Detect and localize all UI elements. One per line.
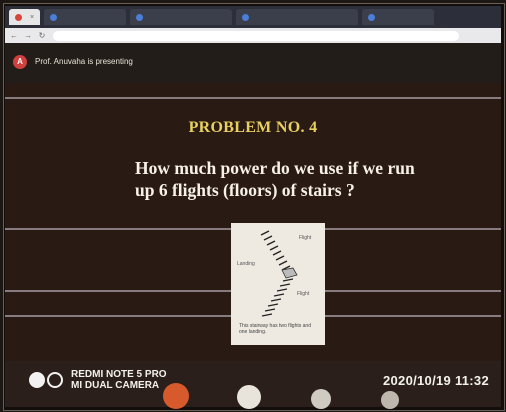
- tab-favicon-icon: [15, 13, 22, 21]
- presenter-bar: A Prof. Anuvaha is presenting: [5, 43, 501, 83]
- reload-icon[interactable]: ↻: [37, 31, 47, 41]
- figure-label-flight: Flight: [297, 291, 310, 297]
- bottom-strip: REDMI NOTE 5 PRO MI DUAL CAMERA 2020/10/…: [5, 361, 501, 409]
- forward-icon[interactable]: →: [23, 31, 33, 41]
- camera-watermark: REDMI NOTE 5 PRO MI DUAL CAMERA: [71, 369, 167, 391]
- back-icon[interactable]: ←: [9, 31, 19, 41]
- slide-title: PROBLEM NO. 4: [188, 119, 318, 136]
- watermark-line: REDMI NOTE 5 PRO: [71, 369, 167, 380]
- tab-favicon-icon: [50, 13, 58, 21]
- participant-avatar[interactable]: [237, 385, 261, 409]
- figure-label-landing: Landing: [237, 261, 255, 267]
- figure-label-flight: Flight: [299, 235, 312, 241]
- address-bar-row: ← → ↻: [5, 28, 501, 43]
- moire-line: [5, 97, 501, 99]
- slide-question: How much power do we use if we run up 6 …: [135, 158, 415, 200]
- browser-tab[interactable]: [236, 9, 359, 25]
- presentation-slide: PROBLEM NO. 4 How much power do we use i…: [5, 83, 501, 361]
- watermark-line: MI DUAL CAMERA: [71, 380, 160, 391]
- browser-tab-bar: ×: [5, 6, 501, 29]
- avatar: A: [13, 55, 27, 69]
- browser-tab[interactable]: [130, 9, 233, 25]
- stairway-figure: Flight Landing Flight This stairway has …: [231, 223, 325, 345]
- tab-favicon-icon: [368, 13, 376, 21]
- browser-tab[interactable]: [362, 9, 435, 25]
- close-icon[interactable]: ×: [30, 14, 34, 21]
- participant-avatar[interactable]: [381, 391, 399, 409]
- presenter-status: Prof. Anuvaha is presenting: [35, 57, 133, 66]
- browser-tab[interactable]: ×: [9, 9, 41, 25]
- photo-timestamp: 2020/10/19 11:32: [382, 373, 489, 388]
- tab-favicon-icon: [242, 13, 250, 21]
- browser-tab[interactable]: [44, 9, 127, 25]
- participant-avatar[interactable]: [311, 389, 331, 409]
- tab-favicon-icon: [136, 13, 144, 21]
- address-input[interactable]: [53, 30, 459, 41]
- participant-avatar[interactable]: [163, 383, 189, 409]
- figure-caption: This stairway has two flights and one la…: [239, 323, 311, 335]
